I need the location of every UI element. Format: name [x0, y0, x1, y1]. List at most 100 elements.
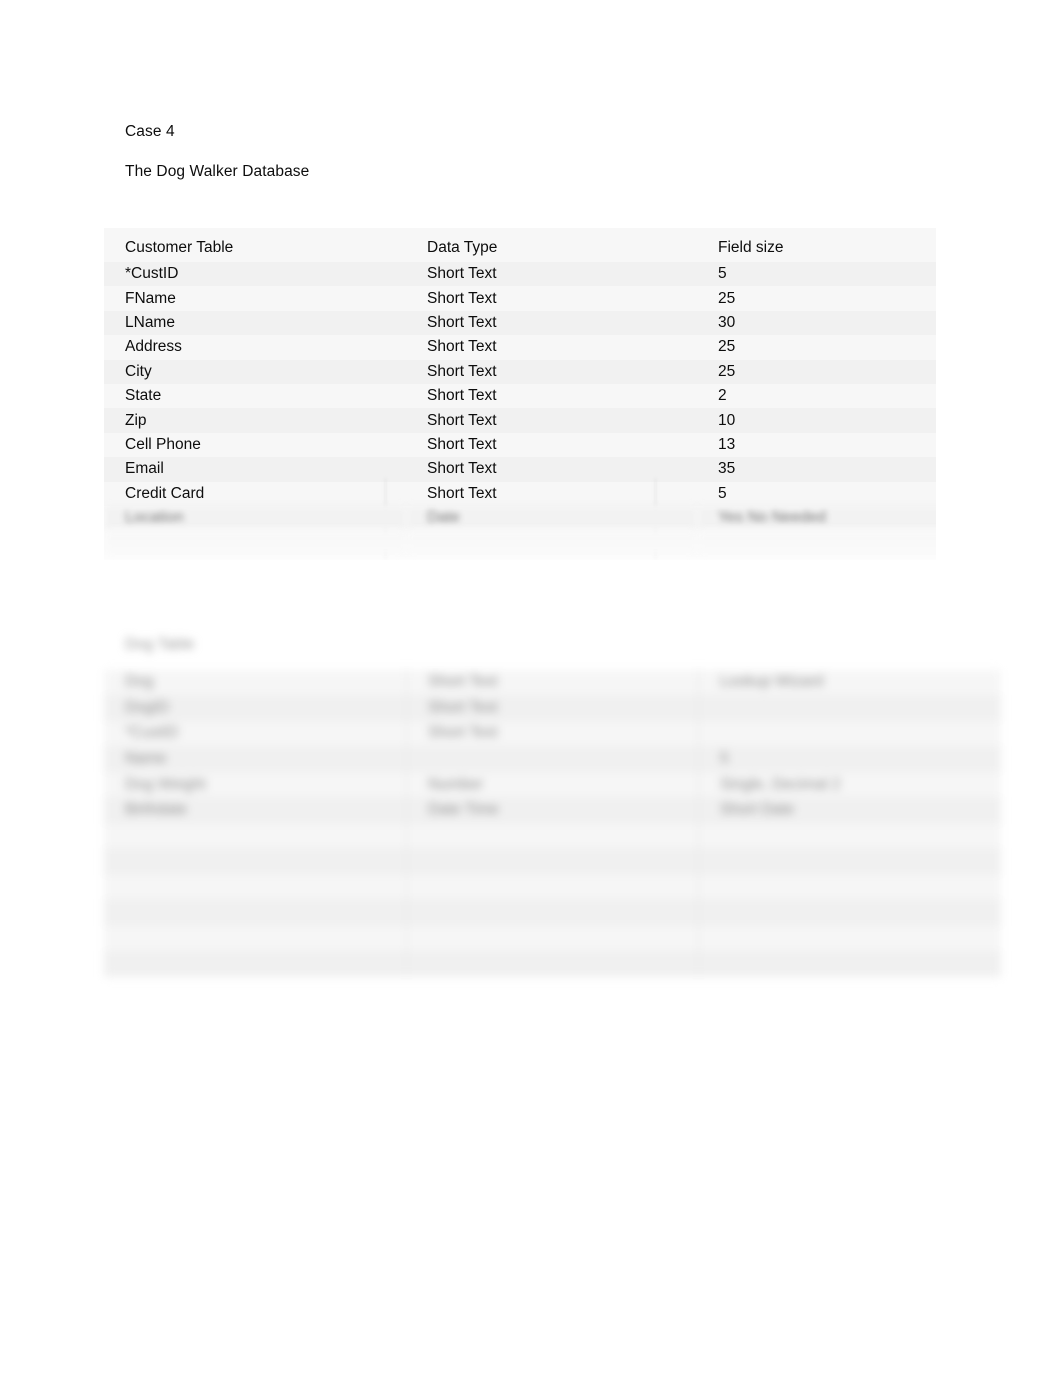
cell-2: Short Text	[406, 310, 697, 336]
database-title: The Dog Walker Database	[125, 163, 310, 180]
table-row: City Short Text 25	[104, 359, 999, 384]
cell-1	[104, 899, 407, 926]
cell-2	[406, 746, 699, 773]
header-cell-2: Data Type	[406, 228, 697, 262]
cell-2	[406, 925, 699, 952]
cell-2: Short Text	[406, 720, 699, 747]
cell-1: Birthdate	[104, 797, 407, 824]
document-page: Case 4 The Dog Walker Database Customer …	[0, 0, 1062, 1377]
cell-1	[104, 925, 407, 952]
cell-1: Cell Phone	[104, 432, 406, 458]
table-row	[104, 848, 1001, 875]
cell-1: LName	[104, 310, 406, 336]
cell-1	[104, 874, 407, 901]
cell-3	[697, 530, 999, 555]
table-row: Credit Card Short Text 5	[104, 481, 999, 506]
cell-3: 5	[697, 262, 999, 287]
cell-1: Zip	[104, 408, 406, 433]
cell-1: DogID	[104, 695, 407, 722]
table-row: LName Short Text 30	[104, 310, 999, 336]
table-row	[104, 874, 1001, 901]
cell-2	[406, 848, 699, 875]
cell-3	[698, 951, 1001, 978]
cell-1: Email	[104, 457, 406, 482]
case-title: Case 4	[125, 123, 175, 140]
cell-2	[406, 899, 699, 926]
cell-1: State	[104, 383, 406, 409]
cell-3: Short Date	[698, 797, 1001, 824]
cell-3: 35	[697, 457, 999, 482]
cell-2	[406, 874, 699, 901]
cell-3: 25	[697, 335, 999, 360]
cell-3	[698, 720, 1001, 747]
table-row: *CustID Short Text 5	[104, 262, 999, 287]
cell-3: Single, Decimal 2	[698, 771, 1001, 798]
second-table-container: Dog Short Text Lookup Wizard DogID Short Tex…	[104, 670, 1001, 978]
cell-2: Short Text	[406, 383, 697, 409]
cell-2: Short Text	[406, 286, 697, 311]
header-cell-1: Customer Table	[104, 228, 406, 262]
document-heading: Case 4 The Dog Walker Database	[125, 120, 825, 183]
cell-3	[698, 874, 1001, 901]
table-row: *CustID Short Text	[104, 720, 1001, 747]
cell-3	[698, 823, 1001, 850]
cell-1	[104, 951, 407, 978]
cell-1: Credit Card	[104, 481, 406, 506]
cell-3: Yes No Needed	[697, 505, 999, 531]
table-row: Dog Short Text Lookup Wizard	[104, 670, 1001, 696]
customer-table: Customer Table Data Type Field size *CustID…	[104, 228, 999, 555]
cell-3: 5	[698, 746, 1001, 773]
table-row: Address Short Text 25	[104, 335, 999, 360]
table-row: Birthdate Date Time Short Date	[104, 797, 1001, 824]
cell-2: Number	[406, 771, 699, 798]
table-row	[104, 823, 1001, 850]
table-row	[104, 951, 1001, 978]
second-table-caption: Dog Table	[125, 636, 195, 653]
cell-3	[698, 695, 1001, 722]
table-row: Location Date Yes No Needed	[104, 505, 999, 531]
cell-2: Short Text	[406, 432, 697, 458]
cell-2	[406, 951, 699, 978]
cell-1: Name	[104, 746, 407, 773]
second-table: Dog Short Text Lookup Wizard DogID Short Tex…	[104, 670, 1001, 978]
cell-1: FName	[104, 286, 406, 311]
table-row: Name 5	[104, 746, 1001, 773]
cell-1: *CustID	[104, 262, 406, 287]
table-row	[104, 899, 1001, 926]
cell-1: City	[104, 359, 406, 384]
table-row: Cell Phone Short Text 13	[104, 432, 999, 458]
cell-3: 10	[697, 408, 999, 433]
table-row: State Short Text 2	[104, 383, 999, 409]
table-row: Dog Weight Number Single, Decimal 2	[104, 771, 1001, 798]
cell-3: 30	[697, 310, 999, 336]
cell-2: Short Text	[406, 695, 699, 722]
cell-2: Date	[406, 505, 697, 531]
cell-2: Short Text	[406, 335, 697, 360]
table-row	[104, 530, 999, 555]
cell-3: 25	[697, 359, 999, 384]
cell-3: 2	[697, 383, 999, 409]
cell-2: Short Text	[406, 359, 697, 384]
cell-3	[698, 925, 1001, 952]
cell-3: 25	[697, 286, 999, 311]
customer-table-container: Customer Table Data Type Field size *CustID…	[104, 228, 999, 560]
cell-1	[104, 530, 406, 555]
cell-2: Short Text	[406, 457, 697, 482]
cell-3	[698, 899, 1001, 926]
cell-3: 13	[697, 432, 999, 458]
header-cell-3: Field size	[697, 228, 999, 262]
cell-1	[104, 848, 407, 875]
customer-table-header-row: Customer Table Data Type Field size	[104, 228, 999, 262]
cell-3: Lookup Wizard	[698, 670, 1001, 696]
cell-1: Dog	[104, 670, 407, 696]
cell-2	[406, 530, 697, 555]
table-row: Zip Short Text 10	[104, 408, 999, 433]
cell-2	[406, 823, 699, 850]
cell-1: Address	[104, 335, 406, 360]
cell-1: *CustID	[104, 720, 407, 747]
cell-2: Short Text	[406, 481, 697, 506]
table-row: Email Short Text 35	[104, 457, 999, 482]
cell-2: Short Text	[406, 262, 697, 287]
table-row	[104, 925, 1001, 952]
cell-1: Location	[104, 505, 406, 531]
